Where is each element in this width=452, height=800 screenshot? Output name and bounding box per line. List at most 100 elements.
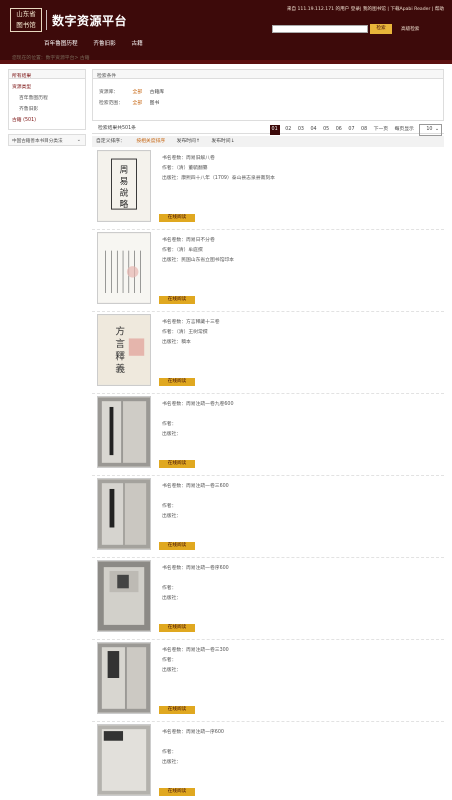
read-online-button[interactable]: 在线阅读: [159, 706, 195, 714]
book-thumbnail[interactable]: [97, 478, 151, 550]
per-page-label: 每页显示: [394, 127, 414, 132]
list-item: 周易說略 书名卷数：周易旧解八卷 作者：（清）董毓翻纂 出版社：康熙四十八年（1…: [92, 148, 444, 230]
book-thumbnail[interactable]: 方言釋義: [97, 314, 151, 386]
sidebar-classification[interactable]: 中国古籍善本书目分类法 ⌄: [8, 134, 86, 146]
book-title[interactable]: 书名卷数：周易注疏一序600: [162, 728, 224, 738]
list-item: 书名卷数：周易注疏一卷三300 作者： 出版社： 在线阅读: [92, 640, 444, 722]
book-author: 作者：（清）王树常撰: [162, 330, 208, 335]
sort-by-date-asc[interactable]: 发布时间↑: [177, 139, 200, 144]
per-page-value: 10: [426, 127, 433, 132]
condition-value-all[interactable]: 全部: [133, 90, 143, 95]
sidebar-all-results[interactable]: 所有结果: [8, 69, 86, 79]
book-title[interactable]: 书名卷数：周易注疏一卷序600: [162, 564, 229, 574]
next-page-link[interactable]: 下一页: [373, 125, 389, 135]
svg-text:釋: 釋: [115, 351, 125, 363]
book-thumbnail[interactable]: [97, 724, 151, 796]
book-title[interactable]: 书名卷数：周易旧解八卷: [162, 154, 275, 164]
condition-key: 检索范围：: [99, 101, 123, 106]
top-links[interactable]: 来自 111.19.112.171 的用户 登录| 我的图书馆 | 下载Apab…: [287, 6, 444, 12]
svg-text:略: 略: [120, 198, 129, 210]
book-publisher: 出版社：: [162, 760, 182, 765]
book-title[interactable]: 书名卷数：周易注疏一卷三600: [162, 482, 229, 492]
book-thumbnail[interactable]: [97, 560, 151, 632]
book-publisher: 出版社：民国山东省立图书馆印本: [162, 258, 234, 263]
breadcrumb: 您现在的位置：数字资源平台> 古籍: [12, 56, 90, 61]
condition-value-books[interactable]: 图书: [150, 101, 160, 106]
page-link[interactable]: 04: [309, 125, 317, 135]
logo-divider: [46, 10, 47, 30]
book-thumbnail[interactable]: [97, 396, 151, 468]
list-item: 方言釋義 书名卷数：方言释藏十三卷 作者：（清）王树常撰 出版社：稿本 在线阅读: [92, 312, 444, 394]
sidebar-item-history[interactable]: 百年鲁图历程: [12, 93, 82, 104]
logo-line-2: 图书馆: [16, 21, 36, 29]
read-online-button[interactable]: 在线阅读: [159, 788, 195, 796]
book-publisher: 出版社：: [162, 514, 182, 519]
conditions-header: 检索条件: [92, 69, 444, 79]
sort-by-date-desc[interactable]: 发布时间↓: [211, 139, 234, 144]
read-online-button[interactable]: 在线阅读: [159, 542, 195, 550]
svg-text:言: 言: [115, 338, 125, 350]
book-title[interactable]: 书名卷数：周易注疏一卷三300: [162, 646, 229, 656]
results-count: 检索结果共501条: [98, 126, 136, 131]
sidebar-section-title[interactable]: 资源类型: [12, 82, 82, 93]
per-page-select[interactable]: 10 ⌄: [419, 124, 442, 136]
book-thumbnail[interactable]: [97, 232, 151, 304]
book-author: 作者：: [162, 586, 177, 591]
page-link[interactable]: 03: [297, 125, 305, 135]
main-nav: 百年鲁图历程 齐鲁旧影 古籍: [44, 39, 157, 47]
page-link[interactable]: 07: [347, 125, 355, 135]
svg-text:方: 方: [115, 326, 125, 338]
sort-by-relevance[interactable]: 按相关度排序: [136, 139, 165, 144]
main-content: 检索条件 资源库： 全部 古籍库 检索范围： 全部 图书 检索结果共501条 0…: [92, 69, 444, 147]
list-item: 书名卷数：周易日不分卷 作者：（清）牟庭撰 出版社：民国山东省立图书馆印本 在线…: [92, 230, 444, 312]
read-online-button[interactable]: 在线阅读: [159, 378, 195, 386]
library-logo[interactable]: 山东省 图书馆: [10, 8, 42, 32]
book-author: 作者：: [162, 658, 177, 663]
svg-text:周: 周: [120, 165, 129, 176]
page-link[interactable]: 02: [284, 125, 292, 135]
advanced-search-link[interactable]: 高级检索: [401, 26, 419, 32]
book-info: 书名卷数：方言释藏十三卷 作者：（清）王树常撰 出版社：稿本: [162, 318, 220, 348]
book-author: 作者：: [162, 750, 177, 755]
book-author: 作者：（清）牟庭撰: [162, 248, 203, 253]
book-info: 书名卷数：周易日不分卷 作者：（清）牟庭撰 出版社：民国山东省立图书馆印本: [162, 236, 234, 266]
svg-text:說: 說: [120, 187, 129, 199]
nav-item-old-photos[interactable]: 齐鲁旧影: [93, 41, 115, 47]
read-online-button[interactable]: 在线阅读: [159, 624, 195, 632]
book-author: 作者：（清）董毓翻纂: [162, 166, 208, 171]
logo-line-1: 山东省: [16, 10, 36, 18]
book-thumbnail[interactable]: [97, 642, 151, 714]
svg-text:易: 易: [120, 176, 129, 187]
read-online-button[interactable]: 在线阅读: [159, 460, 195, 468]
list-item: 书名卷数：周易注疏一卷序600 作者： 出版社： 在线阅读: [92, 558, 444, 640]
read-online-button[interactable]: 在线阅读: [159, 214, 195, 222]
book-title[interactable]: 书名卷数：周易日不分卷: [162, 236, 234, 246]
condition-row-library: 资源库： 全部 古籍库: [99, 87, 437, 98]
nav-item-history[interactable]: 百年鲁图历程: [44, 41, 78, 47]
condition-value-library[interactable]: 古籍库: [150, 90, 164, 95]
condition-key: 资源库：: [99, 90, 119, 95]
book-publisher: 出版社：稿本: [162, 340, 191, 345]
page-link[interactable]: 05: [322, 125, 330, 135]
sidebar-resource-section: 资源类型 百年鲁图历程 齐鲁旧影 古籍 (501): [8, 79, 86, 130]
results-bar: 检索结果共501条 01 02 03 04 05 06 07 08 下一页 每页…: [92, 124, 444, 136]
book-publisher: 出版社：: [162, 596, 182, 601]
book-title[interactable]: 书名卷数：周易注疏一卷九卷600: [162, 400, 234, 410]
page-link[interactable]: 06: [335, 125, 343, 135]
book-title[interactable]: 书名卷数：方言释藏十三卷: [162, 318, 220, 328]
site-header: 山东省 图书馆 数字资源平台 来自 111.19.112.171 的用户 登录|…: [0, 0, 452, 60]
page-link[interactable]: 01: [269, 125, 280, 135]
nav-item-ancient-books[interactable]: 古籍: [132, 41, 143, 47]
search-input[interactable]: [272, 25, 368, 33]
search-button[interactable]: 检索: [370, 24, 392, 34]
page-link[interactable]: 08: [360, 125, 368, 135]
site-title: 数字资源平台: [52, 14, 128, 28]
book-thumbnail[interactable]: 周易說略: [97, 150, 151, 222]
sidebar-item-ancient-books[interactable]: 古籍 (501): [12, 115, 82, 126]
read-online-button[interactable]: 在线阅读: [159, 296, 195, 304]
list-item: 书名卷数：周易注疏一卷九卷600 作者： 出版社： 在线阅读: [92, 394, 444, 476]
sidebar-item-old-photos[interactable]: 齐鲁旧影: [12, 104, 82, 115]
book-info: 书名卷数：周易注疏一卷三300 作者： 出版社：: [162, 646, 229, 676]
sort-label: 自定义排序：: [96, 139, 125, 144]
condition-value-all[interactable]: 全部: [133, 101, 143, 106]
